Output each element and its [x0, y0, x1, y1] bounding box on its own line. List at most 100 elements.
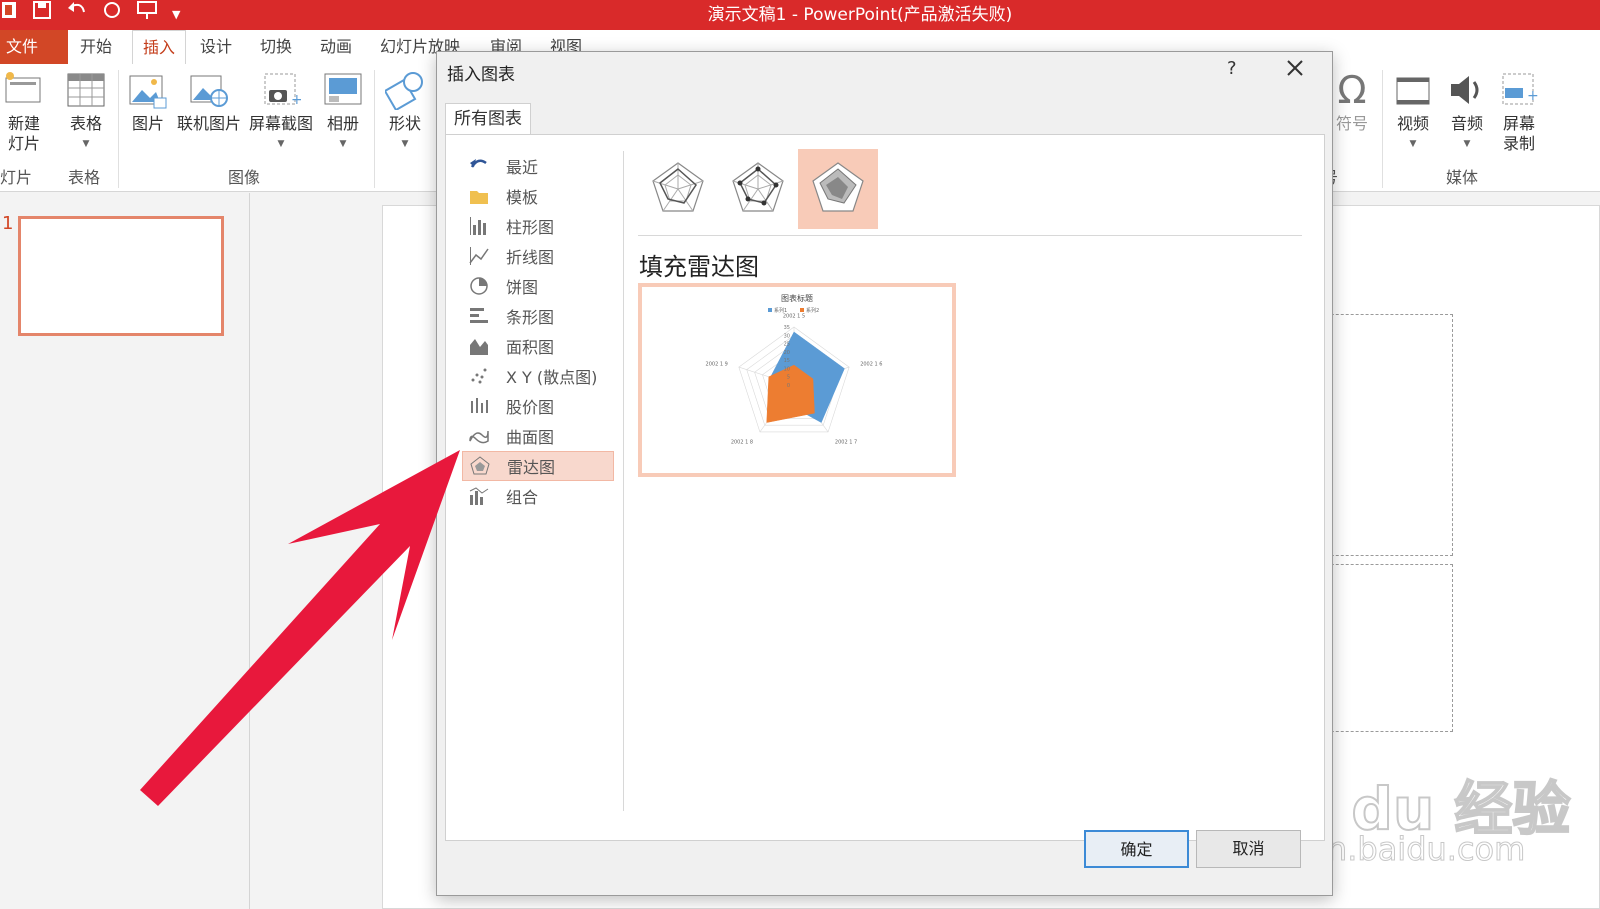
legend-swatch	[800, 308, 804, 312]
tab-transitions[interactable]: 切换	[260, 30, 292, 64]
divider	[638, 235, 1302, 236]
divider	[118, 70, 119, 188]
radar-category-label: 2002 1 6	[860, 361, 882, 367]
chart-category-combo[interactable]: 组合	[462, 481, 614, 511]
chart-category-label: 柱形图	[506, 218, 555, 237]
chart-category-label: X Y (散点图)	[506, 368, 598, 387]
radar-markers-icon	[732, 162, 784, 212]
radar-category-label: 2002 1 9	[706, 361, 728, 367]
insert-chart-dialog: 插入图表 ? 所有图表 最近 模板 柱形图 折线图 饼图 条形图 面积图 X Y (散点图) 股…	[436, 51, 1333, 896]
chart-category-label: 最近	[506, 158, 539, 177]
symbol-button[interactable]: Ω 符号	[1330, 70, 1374, 134]
dialog-panel: 最近模板柱形图折线图饼图条形图面积图 X Y (散点图) 股价图曲面图雷达图组合	[445, 134, 1325, 841]
bar-chart-icon	[468, 305, 490, 327]
chart-category-label: 折线图	[506, 248, 555, 267]
screenshot-button[interactable]: + 屏幕截图 ▼	[248, 70, 314, 154]
subtype-filled-radar[interactable]	[798, 149, 878, 229]
picture-button[interactable]: 图片	[126, 70, 170, 134]
radar-icon	[652, 162, 704, 212]
tab-home[interactable]: 开始	[80, 30, 112, 64]
divider	[1382, 70, 1383, 188]
chart-category-label: 面积图	[506, 338, 555, 357]
combo-chart-icon	[468, 485, 490, 507]
chart-category-templates[interactable]: 模板	[462, 181, 614, 211]
svg-text:+: +	[1527, 88, 1539, 104]
group-label-media: 媒体	[1446, 168, 1479, 187]
radar-tick-label: 35	[784, 325, 790, 331]
chart-category-label: 股价图	[506, 398, 555, 417]
shapes-icon	[385, 72, 423, 110]
chart-category-stock[interactable]: 股价图	[462, 391, 614, 421]
chart-preview[interactable]: 图表标题 系列1 系列2 35 30 25 20 15 10 5 0 2002 1 5 2002 …	[638, 283, 956, 477]
cancel-button[interactable]: 取消	[1196, 830, 1301, 868]
radar-tick-label: 25	[784, 342, 790, 348]
radar-category-label: 2002 1 8	[731, 439, 753, 445]
chart-category-area[interactable]: 面积图	[462, 331, 614, 361]
line-chart-icon	[468, 245, 490, 267]
chart-type-heading: 填充雷达图	[639, 253, 759, 281]
screen-record-icon: +	[1502, 73, 1539, 105]
online-picture-button[interactable]: 联机图片	[176, 70, 242, 134]
screen-record-button[interactable]: + 屏幕 录制	[1496, 70, 1542, 154]
subtype-radar[interactable]	[638, 149, 718, 229]
tab-design[interactable]: 设计	[200, 30, 232, 64]
radar-tick-label: 30	[784, 333, 790, 339]
group-label-table: 表格	[68, 168, 101, 187]
radar-tick-label: 20	[784, 350, 790, 356]
divider	[623, 151, 624, 811]
window-title: 演示文稿1 - PowerPoint(产品激活失败)	[707, 5, 1013, 25]
chart-category-label: 饼图	[506, 278, 539, 297]
shapes-button[interactable]: 形状 ▼	[384, 70, 426, 154]
chart-category-radar[interactable]: 雷达图	[462, 451, 614, 481]
chevron-down-icon: ▼	[401, 139, 409, 149]
tab-insert[interactable]: 插入	[132, 30, 187, 64]
slide-thumbnail[interactable]	[18, 216, 224, 336]
chart-category-column[interactable]: 柱形图	[462, 211, 614, 241]
chart-category-label: 组合	[506, 488, 539, 507]
ok-button[interactable]: 确定	[1084, 830, 1189, 868]
pie-chart-icon	[468, 275, 490, 297]
filled-radar-icon	[812, 162, 864, 212]
radar-tick-label: 10	[784, 366, 790, 372]
speaker-icon	[1451, 76, 1479, 104]
audio-button[interactable]: 音频 ▼	[1444, 70, 1490, 154]
group-label-images: 图像	[228, 168, 261, 187]
chart-category-pie[interactable]: 饼图	[462, 271, 614, 301]
svg-text:+: +	[291, 92, 301, 108]
stock-chart-icon	[468, 395, 490, 417]
table-button[interactable]: 表格 ▼	[64, 70, 108, 154]
radar-tick-label: 15	[784, 358, 790, 364]
chart-subtype-list	[638, 149, 878, 229]
tab-animations[interactable]: 动画	[320, 30, 352, 64]
screenshot-icon: +	[264, 73, 301, 108]
legend-label: 系列2	[806, 307, 819, 314]
close-icon[interactable]	[1285, 56, 1305, 84]
title-bar: ▼ 演示文稿1 - PowerPoint(产品激活失败)	[0, 0, 1600, 30]
tab-all-charts[interactable]: 所有图表	[445, 103, 531, 135]
new-slide-button[interactable]: 新建 灯片	[0, 70, 48, 154]
chevron-down-icon: ▼	[277, 139, 285, 149]
chart-category-label: 曲面图	[506, 428, 555, 447]
help-button[interactable]: ?	[1227, 58, 1237, 79]
video-icon	[1396, 77, 1430, 105]
omega-icon: Ω	[1337, 68, 1367, 112]
chart-category-list: 最近模板柱形图折线图饼图条形图面积图 X Y (散点图) 股价图曲面图雷达图组合	[462, 151, 614, 511]
chart-category-scatter[interactable]: X Y (散点图)	[462, 361, 614, 391]
new-slide-icon	[5, 72, 41, 103]
chart-category-recent[interactable]: 最近	[462, 151, 614, 181]
album-button[interactable]: 相册 ▼	[320, 70, 366, 154]
surface-chart-icon	[468, 425, 490, 447]
chevron-down-icon: ▼	[339, 139, 347, 149]
chart-title: 图表标题	[781, 293, 813, 303]
chart-category-label: 条形图	[506, 308, 555, 327]
chart-category-surface[interactable]: 曲面图	[462, 421, 614, 451]
online-picture-icon	[190, 75, 228, 107]
chart-category-bar[interactable]: 条形图	[462, 301, 614, 331]
video-button[interactable]: 视频 ▼	[1390, 70, 1436, 154]
tab-file[interactable]: 文件	[0, 30, 69, 64]
chart-category-line[interactable]: 折线图	[462, 241, 614, 271]
subtype-radar-markers[interactable]	[718, 149, 798, 229]
chevron-down-icon: ▼	[1463, 139, 1471, 149]
radar-chart-icon	[469, 455, 491, 477]
chevron-down-icon: ▼	[1409, 139, 1417, 149]
